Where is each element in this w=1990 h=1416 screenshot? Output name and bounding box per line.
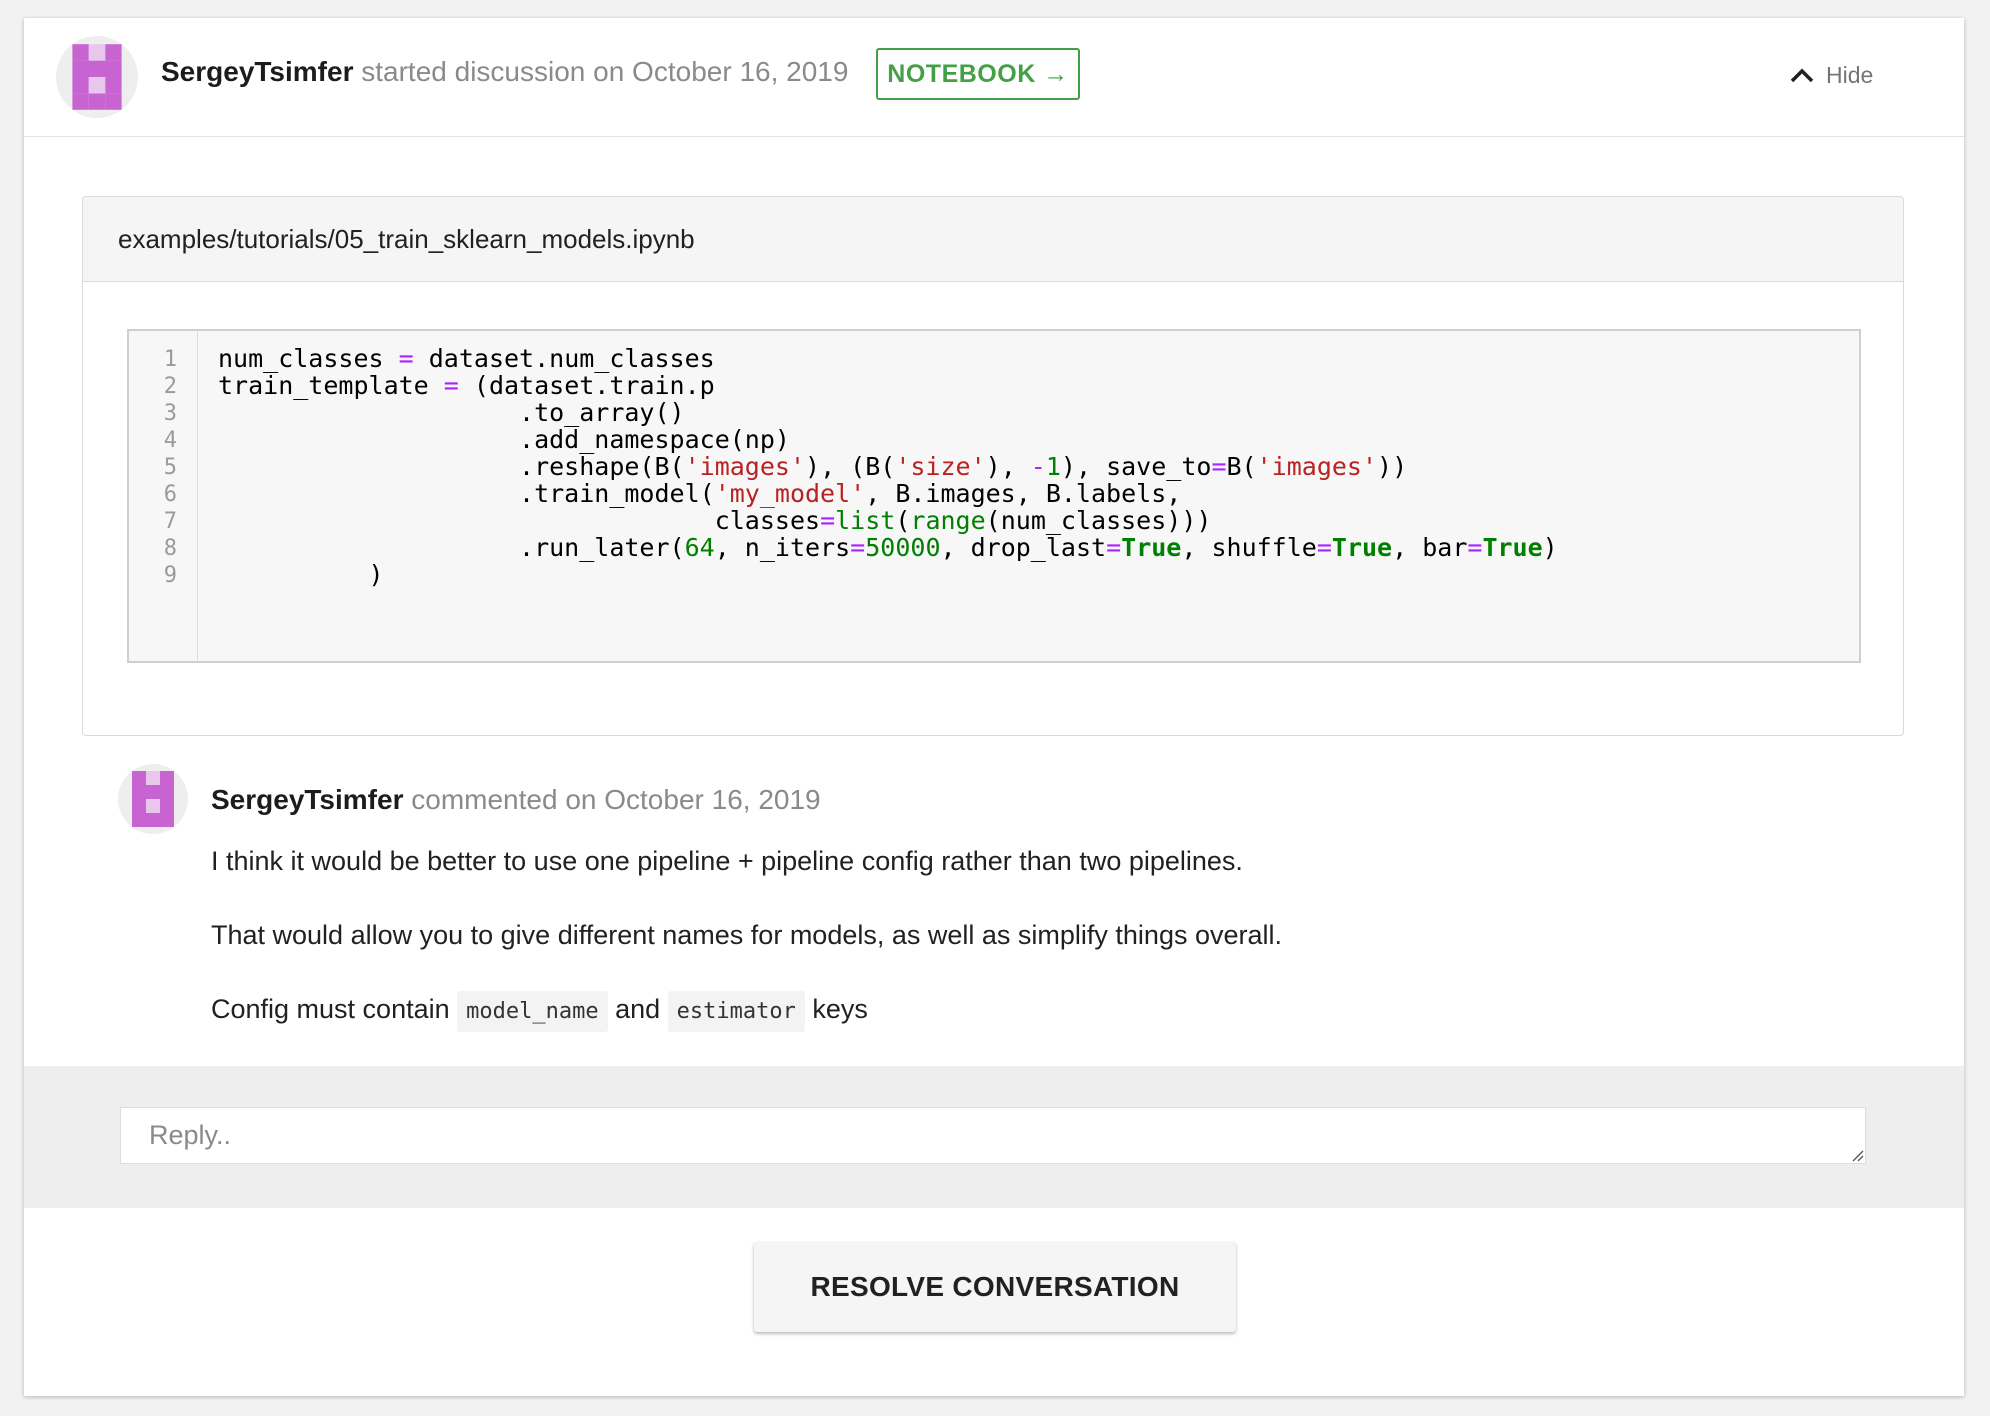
line-number: 8	[163, 536, 177, 561]
code-line: .to_array()	[218, 398, 685, 427]
inline-code: estimator	[667, 991, 805, 1032]
comment-paragraph: Config must contain model_name and estim…	[211, 991, 868, 1032]
code-block: 1 2 3 4 5 6 7 8 9 num_classes = dataset.…	[127, 329, 1861, 663]
code-line: .add_namespace(np)	[218, 425, 790, 454]
code-line: .reshape(B('images'), (B('size'), -1), s…	[218, 452, 1408, 481]
code-line: .run_later(64, n_iters=50000, drop_last=…	[218, 533, 1558, 562]
commenter-avatar[interactable]	[118, 764, 188, 834]
resize-grip-icon[interactable]	[1852, 1150, 1864, 1162]
code-line: num_classes = dataset.num_classes	[218, 344, 715, 373]
discussion-action: started discussion on October 16, 2019	[353, 56, 849, 87]
text-segment: and	[607, 994, 668, 1024]
notebook-button[interactable]: NOTEBOOK →	[876, 48, 1080, 100]
comment-date: commented on October 16, 2019	[403, 784, 821, 815]
reply-area	[24, 1066, 1964, 1208]
line-number: 7	[163, 509, 177, 534]
line-number: 1	[163, 347, 177, 372]
hide-label: Hide	[1826, 62, 1874, 88]
code-line: )	[218, 560, 384, 589]
code-line: train_template = (dataset.train.p	[218, 371, 715, 400]
line-number: 2	[163, 374, 177, 399]
code-line: .train_model('my_model', B.images, B.lab…	[218, 479, 1182, 508]
discussion-header: SergeyTsimfer started discussion on Octo…	[24, 18, 1964, 137]
line-number: 6	[163, 482, 177, 507]
discussion-card: SergeyTsimfer started discussion on Octo…	[24, 18, 1964, 1396]
line-number: 3	[163, 401, 177, 426]
line-number-gutter: 1 2 3 4 5 6 7 8 9	[129, 331, 198, 661]
line-number: 9	[163, 563, 177, 588]
identicon-icon	[132, 771, 174, 827]
notebook-snippet: examples/tutorials/05_train_sklearn_mode…	[82, 196, 1904, 736]
inline-code: model_name	[457, 991, 608, 1032]
line-number: 4	[163, 428, 177, 453]
reply-input[interactable]	[120, 1107, 1866, 1164]
identicon-icon	[72, 44, 122, 110]
comment-meta: SergeyTsimfer commented on October 16, 2…	[211, 784, 821, 816]
notebook-path: examples/tutorials/05_train_sklearn_mode…	[83, 197, 1903, 282]
code-line: classes=list(range(num_classes)))	[218, 506, 1212, 535]
comment-paragraph: That would allow you to give different n…	[211, 920, 1282, 950]
resolve-conversation-button[interactable]: RESOLVE CONVERSATION	[754, 1242, 1236, 1332]
discussion-meta: SergeyTsimfer started discussion on Octo…	[161, 56, 848, 88]
author-avatar[interactable]	[56, 36, 138, 118]
text-segment: keys	[804, 994, 868, 1024]
chevron-up-icon	[1790, 68, 1814, 82]
text-segment: Config must contain	[211, 994, 458, 1024]
line-number: 5	[163, 455, 177, 480]
comment-author[interactable]: SergeyTsimfer	[211, 784, 403, 815]
author-name[interactable]: SergeyTsimfer	[161, 56, 353, 87]
comment-paragraph: I think it would be better to use one pi…	[211, 846, 1243, 876]
hide-toggle[interactable]: Hide	[1790, 62, 1873, 89]
